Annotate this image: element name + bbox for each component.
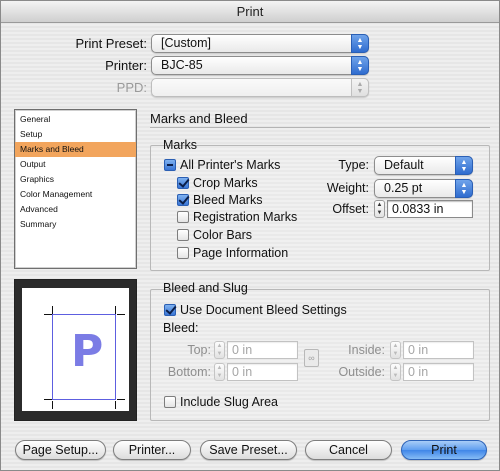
bleed-inside-stepper: ▲ ▼ — [390, 341, 401, 359]
printer-label: Printer: — [105, 58, 147, 73]
bleed-outside-field: 0 in — [403, 363, 474, 381]
offset-stepper[interactable]: ▲ ▼ — [374, 200, 385, 218]
color-bars-checkbox[interactable] — [177, 229, 189, 241]
use-document-bleed-checkbox[interactable] — [164, 304, 176, 316]
popup-arrows-icon: ▲ ▼ — [351, 78, 369, 97]
ppd-popup: ▲ ▼ — [151, 78, 369, 97]
bleed-bottom-label: Bottom: — [167, 365, 211, 379]
print-preset-label: Print Preset: — [75, 36, 147, 51]
bleed-outside-label: Outside: — [338, 365, 385, 379]
bleed-label: Bleed: — [163, 321, 199, 335]
registration-marks-checkbox[interactable] — [177, 211, 189, 223]
page-information-checkbox[interactable] — [177, 247, 189, 259]
weight-value: 0.25 pt — [384, 181, 423, 195]
window-title: Print — [1, 1, 499, 23]
all-printers-marks-checkbox[interactable] — [164, 159, 176, 171]
bleed-top-stepper: ▲ ▼ — [214, 341, 225, 359]
crop-mark — [117, 314, 125, 315]
ppd-label: PPD: — [116, 80, 147, 95]
crop-mark — [44, 314, 52, 315]
popup-arrows-icon: ▲ ▼ — [351, 34, 369, 53]
category-list: General Setup Marks and Bleed Output Gra… — [14, 109, 137, 269]
bleed-bottom-field: 0 in — [227, 363, 298, 381]
popup-arrows-icon: ▲ ▼ — [455, 179, 473, 198]
bleed-slug-group-title: Bleed and Slug — [163, 281, 248, 295]
crop-mark — [52, 401, 53, 409]
popup-arrows-icon: ▲ ▼ — [351, 56, 369, 75]
bleed-outside-stepper: ▲ ▼ — [390, 363, 401, 381]
sidebar-item-color-management[interactable]: Color Management — [15, 187, 136, 202]
weight-popup[interactable]: 0.25 pt ▲ ▼ — [374, 179, 473, 198]
sidebar-item-output[interactable]: Output — [15, 157, 136, 172]
printer-button[interactable]: Printer... — [113, 440, 191, 460]
bleed-marks-label: Bleed Marks — [193, 193, 263, 207]
bleed-bottom-stepper: ▲ ▼ — [214, 363, 225, 381]
section-divider — [150, 127, 490, 128]
printer-value: BJC-85 — [161, 58, 203, 72]
print-preset-value: [Custom] — [161, 36, 212, 50]
cancel-button[interactable]: Cancel — [305, 440, 392, 460]
preview-page: P — [22, 288, 129, 411]
include-slug-area-checkbox[interactable] — [164, 396, 176, 408]
popup-arrows-icon: ▲ ▼ — [455, 156, 473, 175]
bleed-inside-field: 0 in — [403, 341, 474, 359]
marks-group-title: Marks — [163, 138, 198, 152]
color-bars-label: Color Bars — [193, 228, 253, 242]
type-label: Type: — [338, 158, 369, 172]
crop-mark — [117, 399, 125, 400]
type-value: Default — [384, 158, 424, 172]
crop-mark — [52, 306, 53, 314]
sidebar-item-setup[interactable]: Setup — [15, 127, 136, 142]
crop-mark — [44, 399, 52, 400]
offset-label: Offset: — [332, 202, 369, 216]
use-document-bleed-label: Use Document Bleed Settings — [180, 303, 347, 317]
print-preset-popup[interactable]: [Custom] ▲ ▼ — [151, 34, 369, 53]
page-preview: P — [14, 279, 137, 421]
type-popup[interactable]: Default ▲ ▼ — [374, 156, 473, 175]
sidebar-item-summary[interactable]: Summary — [15, 217, 136, 232]
sidebar-item-marks-and-bleed[interactable]: Marks and Bleed — [15, 142, 136, 157]
offset-field[interactable]: 0.0833 in — [387, 200, 473, 218]
bleed-marks-checkbox[interactable] — [177, 194, 189, 206]
bleed-top-field: 0 in — [227, 341, 298, 359]
crop-mark — [115, 401, 116, 409]
sidebar-item-graphics[interactable]: Graphics — [15, 172, 136, 187]
save-preset-button[interactable]: Save Preset... — [200, 440, 297, 460]
bleed-inside-label: Inside: — [348, 343, 385, 357]
include-slug-area-label: Include Slug Area — [180, 395, 278, 409]
sidebar-item-advanced[interactable]: Advanced — [15, 202, 136, 217]
all-printers-marks-label: All Printer's Marks — [180, 158, 281, 172]
weight-label: Weight: — [326, 181, 369, 195]
crop-marks-label: Crop Marks — [193, 176, 258, 190]
section-title: Marks and Bleed — [150, 111, 248, 126]
crop-mark — [115, 306, 116, 314]
printer-popup[interactable]: BJC-85 ▲ ▼ — [151, 56, 369, 75]
print-button[interactable]: Print — [401, 440, 487, 460]
crop-marks-checkbox[interactable] — [177, 177, 189, 189]
bleed-top-label: Top: — [187, 343, 211, 357]
page-information-label: Page Information — [193, 246, 289, 260]
registration-marks-label: Registration Marks — [193, 210, 298, 224]
page-setup-button[interactable]: Page Setup... — [15, 440, 106, 460]
chain-link-icon: ∞ — [304, 349, 319, 367]
preview-letter: P — [71, 326, 104, 377]
print-dialog: Print Print Preset: [Custom] ▲ ▼ Printer:… — [0, 0, 500, 471]
sidebar-item-general[interactable]: General — [15, 112, 136, 127]
